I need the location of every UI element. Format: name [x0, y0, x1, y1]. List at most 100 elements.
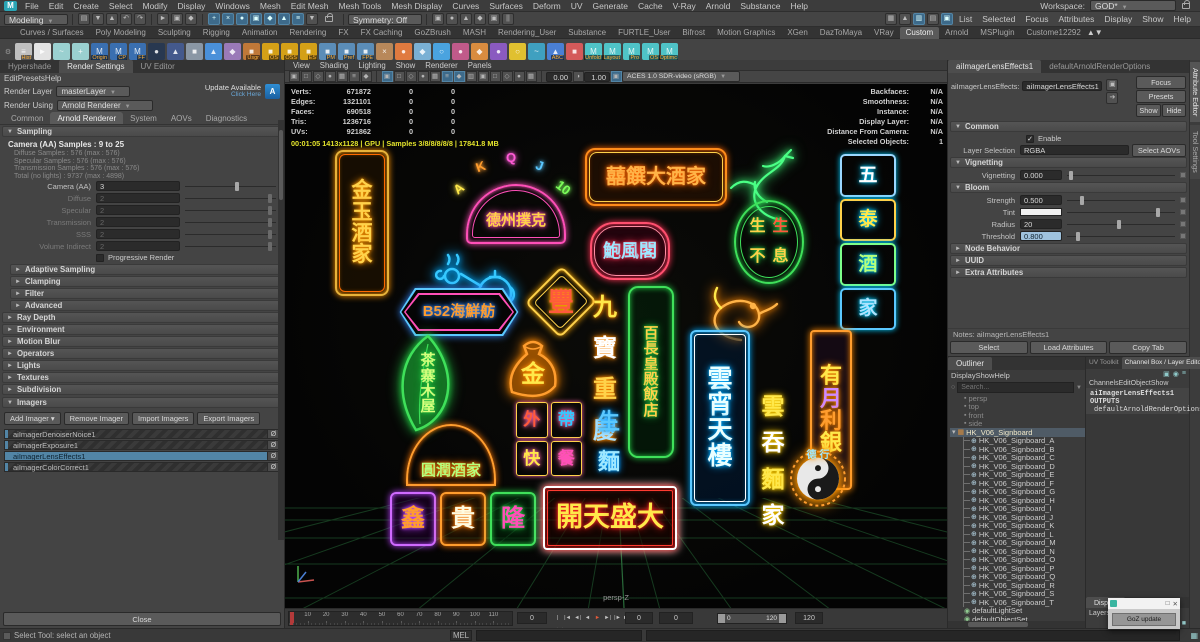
rs-tab-arnold-renderer[interactable]: Arnold Renderer	[50, 112, 124, 124]
neon-sign-square-long[interactable]: 隆	[490, 492, 536, 546]
section-bloom[interactable]: ▼ Bloom	[950, 182, 1187, 193]
shelf-item[interactable]: ▲	[167, 43, 184, 60]
toolbar-icon[interactable]: ▣	[250, 13, 262, 25]
shelf-item-usgr[interactable]: ■ Usgr	[243, 43, 260, 61]
arnold-badge-icon[interactable]: A	[265, 83, 280, 99]
viewport-icon[interactable]: ◇	[501, 71, 513, 82]
neon-sign-blue-tower[interactable]: 雲宵天樓	[690, 330, 750, 506]
arrow-icon[interactable]: ➔	[1106, 92, 1119, 104]
shelf-item-origin[interactable]: M Origin	[91, 43, 108, 61]
slider-value-field[interactable]: 2	[96, 229, 180, 239]
section-textures[interactable]: ► Textures	[2, 372, 282, 383]
imager-button-add-imager[interactable]: Add Imager ▾	[4, 412, 61, 425]
section-imagers[interactable]: ▼ Imagers	[2, 397, 282, 408]
shelf-item[interactable]: ~	[53, 43, 70, 60]
move-layer-down-icon[interactable]: ■	[1182, 620, 1186, 627]
slider-handle[interactable]	[1080, 195, 1085, 205]
workspace-dropdown[interactable]: GOD* ▼	[1090, 0, 1176, 11]
vp-menu-lighting[interactable]: Lighting	[353, 61, 390, 70]
shelf-item[interactable]: ○	[509, 43, 526, 60]
outliner-item-persp[interactable]: ▪ persp	[950, 394, 1085, 403]
toolbar-icon[interactable]: ●	[446, 13, 458, 25]
imager-button-export-imagers[interactable]: Export Imagers	[197, 412, 261, 425]
menu-arnold[interactable]: Arnold	[701, 1, 736, 11]
viewport-icon[interactable]: ◆	[360, 71, 372, 82]
goz-maximize-icon[interactable]: □	[1166, 600, 1170, 607]
outliner-item-hk-v06-signboard-m[interactable]: ⊕ HK_V06_Signboard_M	[964, 538, 1085, 547]
outliner-hscrollbar[interactable]	[948, 621, 1085, 628]
goz-titlebar[interactable]: □ ✕	[1108, 598, 1180, 609]
shelf-item-unfold[interactable]: M Unfold	[584, 43, 602, 61]
shelf-item[interactable]: ■	[186, 43, 203, 60]
toolbar-icon[interactable]: ▣	[488, 13, 500, 25]
menu-substance[interactable]: Substance	[735, 1, 785, 11]
section-clamping[interactable]: ► Clamping	[10, 276, 282, 287]
shelf-tab-bifrost[interactable]: Bifrost	[676, 27, 711, 39]
copy-tab-button[interactable]: Copy Tab	[1109, 341, 1188, 354]
window-tab-hypershade[interactable]: Hypershade	[0, 60, 59, 73]
manipulator-icon[interactable]: ▣	[1163, 370, 1170, 378]
outliner-item-hk-v06-signboard-i[interactable]: ⊕ HK_V06_Signboard_I	[964, 504, 1085, 513]
section-environment[interactable]: ► Environment	[2, 324, 282, 335]
keyframe-box-icon[interactable]	[1180, 172, 1186, 178]
slider-handle[interactable]	[1069, 170, 1074, 180]
shelf-item[interactable]: ◆	[224, 43, 241, 60]
shelf-item[interactable]: ×	[376, 43, 393, 60]
shelf-tab-vray[interactable]: VRay	[868, 27, 900, 39]
slider-handle[interactable]	[267, 217, 272, 227]
outliner-item-hk-v06-signboard-e[interactable]: ⊕ HK_V06_Signboard_E	[964, 470, 1085, 479]
symmetry-dropdown[interactable]: Symmetry: Off	[348, 13, 422, 25]
menu-help[interactable]: Help	[785, 1, 812, 11]
viewport-icon[interactable]: ▣	[381, 71, 393, 82]
rs-menu-help[interactable]: Help	[45, 74, 61, 83]
transport-2[interactable]: ◄|	[573, 612, 582, 624]
chan-menu-object[interactable]: Object	[1131, 380, 1151, 387]
toolbar-icon[interactable]: ||	[502, 13, 514, 25]
workspace-lock-icon[interactable]	[1182, 0, 1190, 9]
toolbar-icon[interactable]: ▲	[106, 13, 118, 25]
section-uuid[interactable]: ► UUID	[950, 255, 1187, 266]
ae-tab-defaultarnoldrenderoptions[interactable]: defaultArnoldRenderOptions	[1041, 60, 1158, 73]
menu-generate[interactable]: Generate	[588, 1, 633, 11]
menu-mesh-display[interactable]: Mesh Display	[386, 1, 447, 11]
toolbar-icon[interactable]: ▥	[912, 13, 925, 25]
shelf-tab-sculpting[interactable]: Sculpting	[152, 27, 197, 39]
shelf-item[interactable]: ●	[452, 43, 469, 60]
snap-lock-icon[interactable]	[325, 13, 333, 22]
toolbar-icon[interactable]: ×	[222, 13, 234, 25]
section-ray-depth[interactable]: ► Ray Depth	[2, 312, 282, 323]
chan-menu-edit[interactable]: Edit	[1119, 380, 1131, 387]
colorspace-dropdown[interactable]: ACES 1.0 SDR-video (sRGB) ▼	[622, 71, 740, 82]
toolbar-icon[interactable]: ▤	[78, 13, 90, 25]
viewport-icon[interactable]: □	[489, 71, 501, 82]
toolbar-icon[interactable]: ◆	[185, 13, 197, 25]
shelf-item-abc[interactable]: ▲ ABC	[547, 43, 564, 61]
shelf-tab-custom[interactable]: Custom	[899, 26, 940, 39]
shelf-item[interactable]: ○	[433, 43, 450, 60]
enable-checkbox[interactable]: ✓	[1026, 134, 1034, 143]
neon-sign-grand-selected[interactable]: 開天盛大	[543, 486, 677, 550]
section-subdivision[interactable]: ► Subdivision	[2, 384, 282, 395]
shelf-tab-poly-modeling[interactable]: Poly Modeling	[90, 27, 152, 39]
window-tab-uv-editor[interactable]: UV Editor	[133, 60, 183, 73]
outliner-menu-display[interactable]: Display	[951, 371, 976, 380]
transport-4[interactable]: ►	[593, 612, 602, 624]
rs-menu-edit[interactable]: Edit	[4, 74, 18, 83]
render-layer-dropdown[interactable]: masterLayer ▼	[56, 85, 131, 97]
toolbar-icon[interactable]: ►	[157, 13, 169, 25]
imager-row-aiimagercolorcorrect1[interactable]: aiImagerColorCorrect1 Ø	[4, 462, 280, 472]
toolbar-icon[interactable]: +	[208, 13, 220, 25]
ae-menu-selected[interactable]: Selected	[977, 14, 1020, 24]
toolbar-icon[interactable]: ●	[236, 13, 248, 25]
menu-create[interactable]: Create	[68, 1, 104, 11]
shelf-item-layout[interactable]: M Layout	[602, 43, 621, 61]
outliner-item-hk-v06-signboard-f[interactable]: ⊕ HK_V06_Signboard_F	[964, 479, 1085, 488]
range-end-handle[interactable]	[779, 614, 786, 623]
slider-handle[interactable]	[267, 229, 272, 239]
outliner-item-hk-v06-signboard-d[interactable]: ⊕ HK_V06_Signboard_D	[964, 462, 1085, 471]
menu-surfaces[interactable]: Surfaces	[484, 1, 528, 11]
chan-tab-uv-toolkit[interactable]: UV Toolkit	[1086, 357, 1122, 369]
ae-menu-focus[interactable]: Focus	[1020, 14, 1053, 24]
outliner-search-input[interactable]	[957, 382, 1075, 393]
neon-sign-green-menu[interactable]: 百長皇殿飯店	[628, 286, 674, 458]
